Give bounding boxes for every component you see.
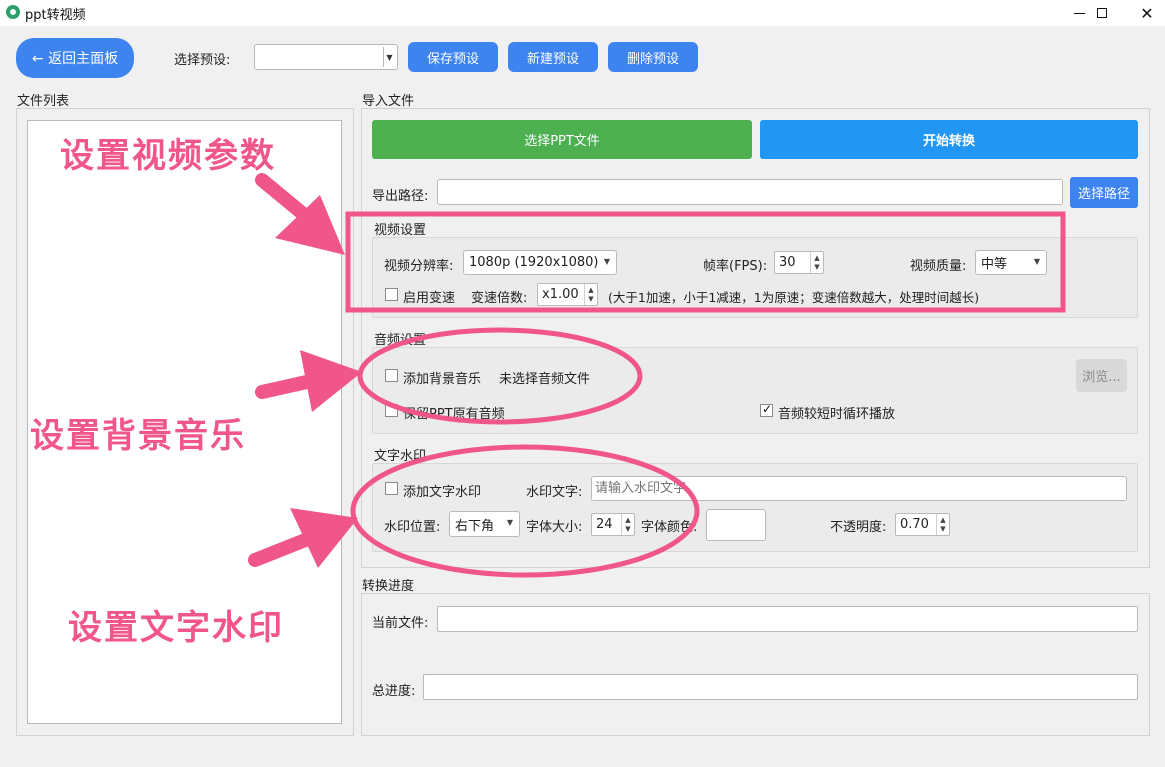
annotation-bgm: 设置背景音乐 (30, 416, 246, 456)
annotation-overlay (248, 173, 1066, 578)
arrow-icon (248, 508, 358, 568)
bgm-highlight-ellipse (357, 327, 643, 425)
video-params-highlight-box (345, 211, 1066, 313)
annotation-video-params: 设置视频参数 (60, 136, 276, 176)
arrow-icon (255, 350, 362, 412)
watermark-highlight-ellipse (350, 444, 700, 578)
arrow-icon (255, 173, 345, 255)
annotation-watermark: 设置文字水印 (68, 608, 284, 648)
